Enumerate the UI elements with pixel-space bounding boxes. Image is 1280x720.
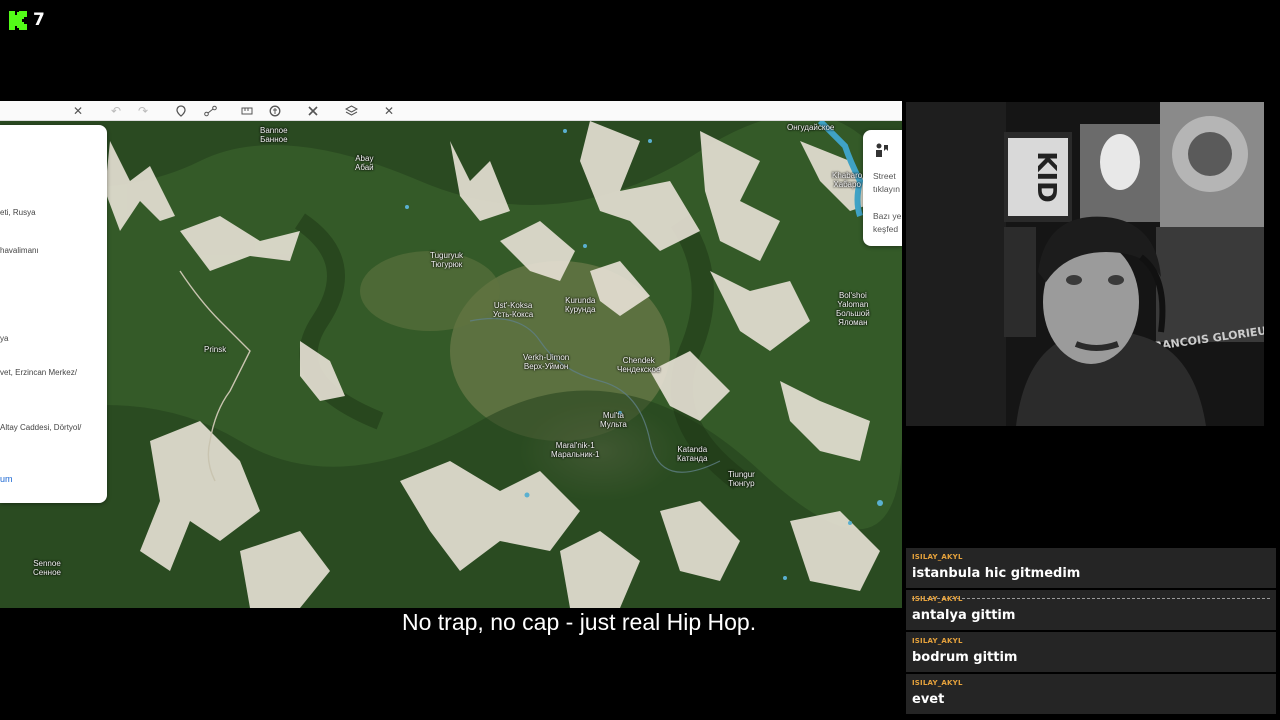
chat-divider <box>912 598 1270 599</box>
satellite-terrain <box>0 121 902 608</box>
map-label-ongudaiskoe: Онгудайское <box>787 123 835 132</box>
tools-icon[interactable] <box>305 103 321 119</box>
undo-icon[interactable]: ↶ <box>108 103 124 119</box>
chat-username[interactable]: ISILAY_AKYL <box>912 637 963 645</box>
chat-message-text: istanbula hic gitmedim <box>912 566 1081 581</box>
layers-icon[interactable] <box>343 103 359 119</box>
map-label-kurunda: Kurunda Курунда <box>565 296 596 314</box>
svg-text:KID: KID <box>1031 151 1061 202</box>
chat-username[interactable]: ISILAY_AKYL <box>912 595 963 603</box>
chat-message-text: evet <box>912 692 945 707</box>
chat-message-text: antalya gittim <box>912 608 1016 623</box>
map-label-khabarovka: Khabaro Хабаро <box>832 171 863 189</box>
chat-message: ISILAY_AKYL bodrum gittim <box>906 632 1276 672</box>
map-label-maralnik: Maral'nik-1 Маральник-1 <box>551 441 600 459</box>
chat-message: ISILAY_AKYL istanbula hic gitmedim <box>906 548 1276 588</box>
chat-message: ISILAY_AKYL antalya gittim <box>906 590 1276 630</box>
map-label-chendek: Chendek Чендекское <box>617 356 661 374</box>
street-view-text: Street <box>873 171 896 181</box>
marker-icon[interactable] <box>173 103 189 119</box>
webcam-feed: KID FRANCOIS GLORIEUX <box>906 102 1264 426</box>
street-view-text: keşfed <box>873 224 899 234</box>
map-label-tiungur: Tiungur Тюнгур <box>728 470 755 488</box>
search-result-item[interactable]: eti, Rusya <box>0 208 36 217</box>
street-view-text: Bazı ye <box>873 211 902 221</box>
pegman-icon <box>876 143 888 157</box>
map-label-tuguryuk: Tuguryuk Тюгурюк <box>430 251 464 269</box>
kick-logo-icon <box>9 10 27 30</box>
map-label-katanda: Katanda Катанда <box>677 445 708 463</box>
redo-icon[interactable]: ↷ <box>135 103 151 119</box>
chat-message-text: bodrum gittim <box>912 650 1018 665</box>
map-label-multa: Mul'ta Мульта <box>600 411 627 429</box>
webcam-image: KID FRANCOIS GLORIEUX <box>906 102 1264 426</box>
satellite-map[interactable]: Bannoe Банное Abay Абай Онгудайское Khabar… <box>0 121 902 608</box>
kick-logo: 7 <box>9 10 45 30</box>
map-label-prinsk: Prinsk <box>204 345 227 354</box>
viewer-count: 7 <box>33 10 45 30</box>
map-label-bannoe: Bannoe Банное <box>260 126 288 144</box>
street-view-card[interactable]: Street tıklayın Bazı ye keşfed <box>863 130 902 246</box>
route-icon[interactable] <box>202 103 218 119</box>
chat-username[interactable]: ISILAY_AKYL <box>912 553 963 561</box>
chat-message: ISILAY_AKYL evet <box>906 674 1276 714</box>
map-label-verkh-uimon: Verkh-Uimon Верх-Уймон <box>523 353 570 371</box>
map-toolbar: ✕ ↶ ↷ ✕ <box>0 101 902 121</box>
satellite-icon[interactable] <box>267 103 283 119</box>
map-window: ✕ ↶ ↷ ✕ Bannoe Банное Abay Абай Онгудайс… <box>0 101 902 608</box>
street-view-text: tıklayın <box>873 184 900 194</box>
map-label-sennoe: Sennoe Сенное <box>33 559 61 577</box>
subtitle-caption: No trap, no cap - just real Hip Hop. <box>402 609 757 635</box>
search-result-item[interactable]: havalimanı <box>0 246 39 255</box>
search-panel-link[interactable]: um <box>0 474 13 484</box>
close-icon[interactable]: ✕ <box>381 103 397 119</box>
close-icon[interactable]: ✕ <box>70 103 86 119</box>
map-label-abay: Abay Абай <box>355 154 374 172</box>
chat-username[interactable]: ISILAY_AKYL <box>912 679 963 687</box>
search-results-panel: eti, Rusya havalimanı ya vet, Erzincan M… <box>0 125 107 503</box>
search-result-item[interactable]: ya <box>0 334 8 343</box>
ruler-icon[interactable] <box>239 103 255 119</box>
search-result-item[interactable]: vet, Erzincan Merkez/ <box>0 368 77 377</box>
map-label-bolshoi-yaloman: Bol'shoi Yaloman Большой Яломан <box>836 291 870 327</box>
map-label-ust-koksa: Ust'-Koksa Усть-Кокса <box>493 301 534 319</box>
search-result-item[interactable]: Altay Caddesi, Dörtyol/ <box>0 423 81 432</box>
